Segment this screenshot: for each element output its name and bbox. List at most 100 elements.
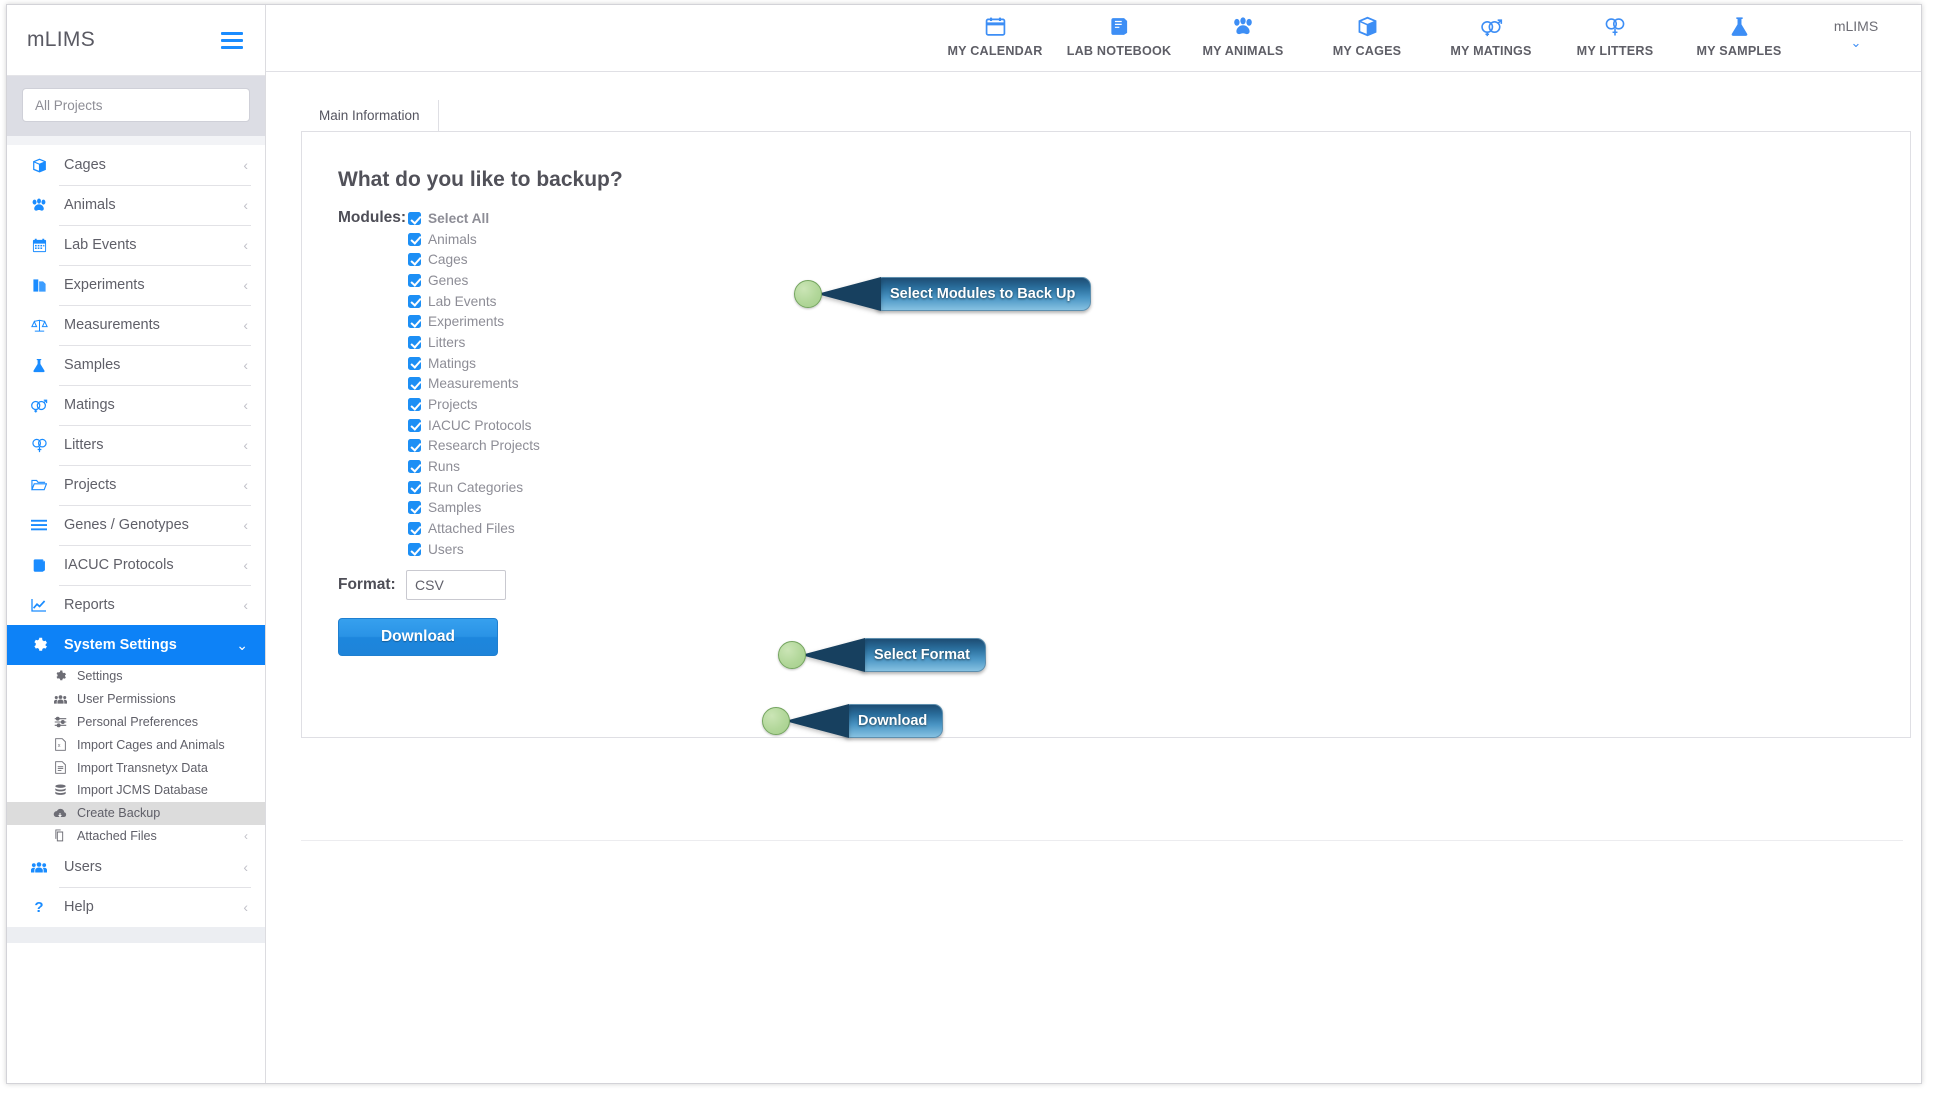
- checkbox-row-measurements[interactable]: Measurements: [408, 374, 540, 395]
- tab-main-information[interactable]: Main Information: [301, 100, 439, 131]
- download-button[interactable]: Download: [338, 617, 498, 656]
- checkbox-row-genes[interactable]: Genes: [408, 270, 540, 291]
- user-menu[interactable]: mLIMS ⌄: [1801, 5, 1911, 49]
- sidebar-item-iacuc-protocols[interactable]: IACUC Protocols ‹: [7, 545, 265, 585]
- submenu-item-label: Settings: [77, 669, 123, 684]
- checkbox-iacuc-protocols[interactable]: [408, 418, 422, 432]
- topnav-item-my-animals[interactable]: MY ANIMALS: [1181, 5, 1305, 58]
- sidebar-item-label: IACUC Protocols: [64, 557, 174, 573]
- checkbox-row-iacuc-protocols[interactable]: IACUC Protocols: [408, 415, 540, 436]
- checkbox-attached-files[interactable]: [408, 522, 422, 536]
- sidebar-brand-bar: mLIMS: [7, 5, 265, 76]
- checkbox-cages[interactable]: [408, 253, 422, 267]
- checkbox-row-experiments[interactable]: Experiments: [408, 311, 540, 332]
- system-settings-submenu: Settings User Permissions Personal Prefe…: [7, 665, 265, 848]
- topnav-item-my-litters[interactable]: MY LITTERS: [1553, 5, 1677, 58]
- checkbox-animals[interactable]: [408, 232, 422, 246]
- sidebar-item-cages[interactable]: Cages ‹: [7, 145, 265, 185]
- copy-icon: [51, 829, 69, 842]
- checkbox-label: Samples: [428, 500, 482, 516]
- checkbox-row-lab-events[interactable]: Lab Events: [408, 291, 540, 312]
- sidebar-item-lab-events[interactable]: Lab Events ‹: [7, 225, 265, 265]
- checkbox-row-select-all[interactable]: Select All: [408, 208, 540, 229]
- modules-label: Modules:: [338, 209, 407, 226]
- gear-icon: [51, 670, 69, 682]
- chevron-left-icon: ‹: [243, 237, 248, 253]
- topnav-item-label: MY CAGES: [1332, 44, 1402, 58]
- checkbox-row-animals[interactable]: Animals: [408, 229, 540, 250]
- submenu-item-create-backup[interactable]: Create Backup: [7, 801, 265, 825]
- checkbox-row-runs[interactable]: Runs: [408, 456, 540, 477]
- checkbox-row-research-projects[interactable]: Research Projects: [408, 436, 540, 457]
- topnav-item-lab-notebook[interactable]: LAB NOTEBOOK: [1057, 5, 1181, 58]
- checkbox-experiments[interactable]: [408, 315, 422, 329]
- topnav-item-my-samples[interactable]: MY SAMPLES: [1677, 5, 1801, 58]
- checkbox-row-matings[interactable]: Matings: [408, 353, 540, 374]
- checkbox-label: Lab Events: [428, 293, 497, 309]
- sidebar-item-matings[interactable]: Matings ‹: [7, 385, 265, 425]
- project-selector-input[interactable]: [22, 88, 250, 122]
- sidebar-item-label: Animals: [64, 197, 116, 213]
- checkbox-row-samples[interactable]: Samples: [408, 498, 540, 519]
- checkbox-row-users[interactable]: Users: [408, 539, 540, 560]
- users-icon: [51, 694, 69, 705]
- submenu-item-settings[interactable]: Settings: [7, 665, 265, 688]
- sidebar-item-projects[interactable]: Projects ‹: [7, 465, 265, 505]
- topnav-item-my-matings[interactable]: MY MATINGS: [1429, 5, 1553, 58]
- sidebar-item-help[interactable]: ? Help ‹: [7, 887, 265, 927]
- sidebar-item-measurements[interactable]: Measurements ‹: [7, 305, 265, 345]
- checkbox-select-all[interactable]: [408, 211, 422, 225]
- checkbox-run-categories[interactable]: [408, 480, 422, 494]
- checkbox-lab-events[interactable]: [408, 294, 422, 308]
- checkbox-genes[interactable]: [408, 273, 422, 287]
- sidebar-item-litters[interactable]: Litters ‹: [7, 425, 265, 465]
- checkbox-projects[interactable]: [408, 398, 422, 412]
- sidebar-item-experiments[interactable]: Experiments ‹: [7, 265, 265, 305]
- flask-icon: [1730, 14, 1749, 39]
- checkbox-label: Animals: [428, 231, 477, 247]
- submenu-item-import-transnetyx-data[interactable]: Import Transnetyx Data: [7, 756, 265, 779]
- checkbox-label: Genes: [428, 272, 469, 288]
- topnav-item-label: MY ANIMALS: [1202, 44, 1284, 58]
- gear-icon: [27, 637, 51, 653]
- checkbox-row-attached-files[interactable]: Attached Files: [408, 518, 540, 539]
- checkbox-litters[interactable]: [408, 335, 422, 349]
- topnav-item-my-cages[interactable]: MY CAGES: [1305, 5, 1429, 58]
- checkbox-row-litters[interactable]: Litters: [408, 332, 540, 353]
- checkbox-research-projects[interactable]: [408, 439, 422, 453]
- sidebar-item-users[interactable]: Users ‹: [7, 847, 265, 887]
- submenu-item-user-permissions[interactable]: User Permissions: [7, 688, 265, 711]
- chevron-left-icon: ‹: [243, 437, 248, 453]
- checkbox-row-cages[interactable]: Cages: [408, 249, 540, 270]
- submenu-item-personal-preferences[interactable]: Personal Preferences: [7, 711, 265, 734]
- user-name: mLIMS: [1833, 18, 1879, 34]
- submenu-item-import-cages-and-animals[interactable]: x Import Cages and Animals: [7, 733, 265, 756]
- chevron-left-icon: ‹: [243, 859, 248, 876]
- sidebar-item-label: Matings: [64, 397, 115, 413]
- checkbox-samples[interactable]: [408, 501, 422, 515]
- checkbox-row-projects[interactable]: Projects: [408, 394, 540, 415]
- checkbox-measurements[interactable]: [408, 377, 422, 391]
- sidebar-item-animals[interactable]: Animals ‹: [7, 185, 265, 225]
- checkbox-runs[interactable]: [408, 460, 422, 474]
- database-icon: [51, 784, 69, 797]
- checkbox-matings[interactable]: [408, 356, 422, 370]
- sidebar-item-system-settings[interactable]: System Settings ⌄: [7, 625, 265, 665]
- sidebar-item-genes-genotypes[interactable]: Genes / Genotypes ‹: [7, 505, 265, 545]
- sidebar-item-samples[interactable]: Samples ‹: [7, 345, 265, 385]
- checkbox-users[interactable]: [408, 542, 422, 556]
- submenu-item-attached-files[interactable]: Attached Files ‹: [7, 825, 265, 848]
- topnav-item-my-calendar[interactable]: MY CALENDAR: [933, 5, 1057, 58]
- chevron-left-icon: ‹: [243, 317, 248, 333]
- submenu-item-label: User Permissions: [77, 692, 176, 707]
- checkbox-label: Experiments: [428, 314, 505, 330]
- checkbox-row-run-categories[interactable]: Run Categories: [408, 477, 540, 498]
- sliders-icon: [51, 716, 69, 728]
- project-selector-strip: [7, 76, 265, 136]
- submenu-item-import-jcms-database[interactable]: Import JCMS Database: [7, 779, 265, 802]
- chevron-left-icon: ‹: [243, 899, 248, 916]
- format-input[interactable]: [406, 569, 506, 600]
- sidebar-item-label: Users: [64, 859, 102, 876]
- hamburger-icon[interactable]: [221, 28, 243, 53]
- sidebar-item-reports[interactable]: Reports ‹: [7, 585, 265, 625]
